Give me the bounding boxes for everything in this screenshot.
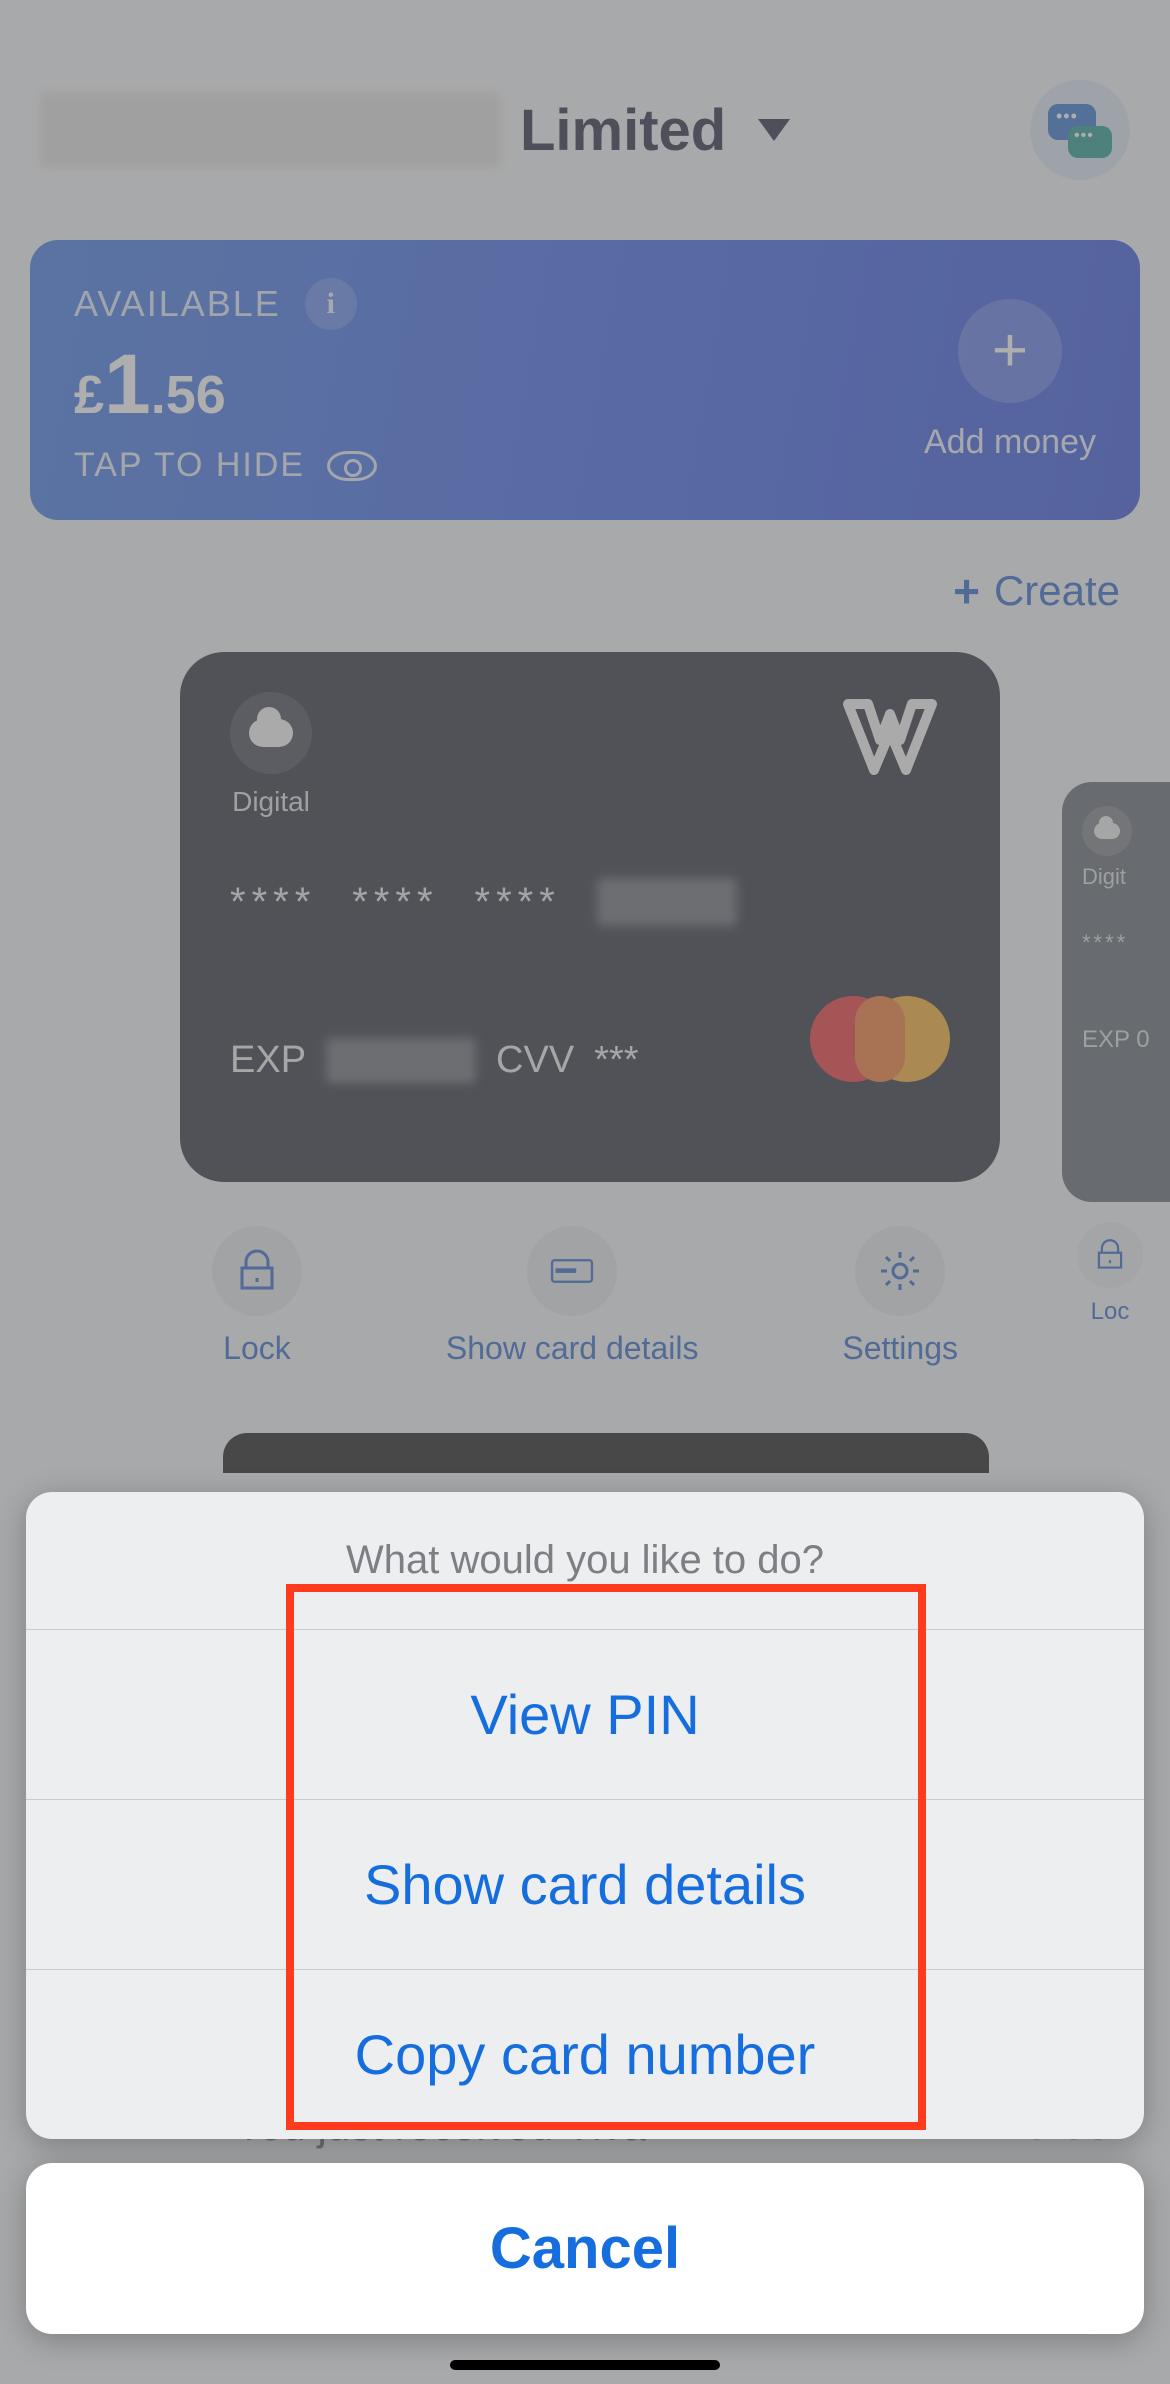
card-type-label: Digit bbox=[1082, 864, 1170, 890]
eye-icon bbox=[327, 451, 377, 481]
account-name-redacted bbox=[40, 93, 500, 168]
mastercard-icon bbox=[810, 996, 950, 1082]
create-card-link[interactable]: + Create bbox=[953, 564, 1120, 618]
view-pin-option[interactable]: View PIN bbox=[26, 1629, 1144, 1799]
payment-card-next[interactable]: Digit **** EXP 0 bbox=[1062, 782, 1170, 1202]
create-label: Create bbox=[994, 567, 1120, 615]
chat-icon-secondary bbox=[1068, 126, 1112, 158]
chevron-down-icon bbox=[758, 119, 790, 141]
add-money-label: Add money bbox=[924, 423, 1096, 462]
tap-to-hide[interactable]: TAP TO HIDE bbox=[74, 446, 377, 485]
gear-icon bbox=[877, 1248, 923, 1294]
card-type-badge bbox=[230, 692, 312, 774]
card-number: **** **** **** bbox=[230, 878, 950, 926]
card-actions-row: Lock Show card details Settings bbox=[0, 1212, 1170, 1367]
cloud-icon bbox=[249, 719, 293, 747]
card-carousel[interactable]: Digital **** **** **** EXP CVV *** bbox=[0, 652, 1170, 1212]
show-card-details-option[interactable]: Show card details bbox=[26, 1799, 1144, 1969]
header: Limited bbox=[0, 0, 1170, 220]
card-actions-next: Loc bbox=[1050, 1222, 1170, 1326]
lock-icon bbox=[1093, 1238, 1127, 1272]
balance-amount: £1.56 bbox=[74, 342, 377, 426]
card-exp-redacted bbox=[326, 1038, 476, 1082]
cloud-icon bbox=[1094, 823, 1120, 839]
plus-icon: + bbox=[992, 320, 1028, 382]
lock-card-button[interactable]: Lock bbox=[212, 1226, 302, 1367]
copy-card-number-option[interactable]: Copy card number bbox=[26, 1969, 1144, 2139]
card-settings-button[interactable]: Settings bbox=[842, 1226, 958, 1367]
card-type-badge bbox=[1082, 806, 1132, 856]
account-suffix: Limited bbox=[520, 97, 726, 164]
card-type-label: Digital bbox=[232, 786, 310, 818]
card-last4-redacted bbox=[597, 878, 737, 926]
viva-logo-icon bbox=[830, 692, 950, 782]
lock-card-button-next[interactable] bbox=[1077, 1222, 1143, 1288]
action-sheet: What would you like to do? View PIN Show… bbox=[0, 1492, 1170, 2384]
card-exp-cvv: EXP CVV *** bbox=[230, 1038, 639, 1082]
balance-label: AVAILABLE bbox=[74, 283, 281, 325]
card-details-icon bbox=[549, 1248, 595, 1294]
cancel-button[interactable]: Cancel bbox=[26, 2163, 1144, 2334]
apple-wallet-button-peek[interactable] bbox=[223, 1433, 989, 1473]
add-money-button[interactable]: + bbox=[958, 299, 1062, 403]
lock-icon bbox=[234, 1248, 280, 1294]
show-card-details-button[interactable]: Show card details bbox=[446, 1226, 699, 1367]
account-selector[interactable]: Limited bbox=[40, 93, 790, 168]
info-icon[interactable]: i bbox=[305, 278, 357, 330]
chat-button[interactable] bbox=[1030, 80, 1130, 180]
balance-card[interactable]: AVAILABLE i £1.56 TAP TO HIDE + Add mone… bbox=[30, 240, 1140, 520]
action-sheet-title: What would you like to do? bbox=[26, 1492, 1144, 1629]
payment-card[interactable]: Digital **** **** **** EXP CVV *** bbox=[180, 652, 1000, 1182]
card-number-partial: **** bbox=[1082, 930, 1170, 956]
card-exp-partial: EXP 0 bbox=[1082, 1026, 1170, 1054]
plus-icon: + bbox=[953, 564, 980, 618]
home-indicator[interactable] bbox=[450, 2360, 720, 2370]
